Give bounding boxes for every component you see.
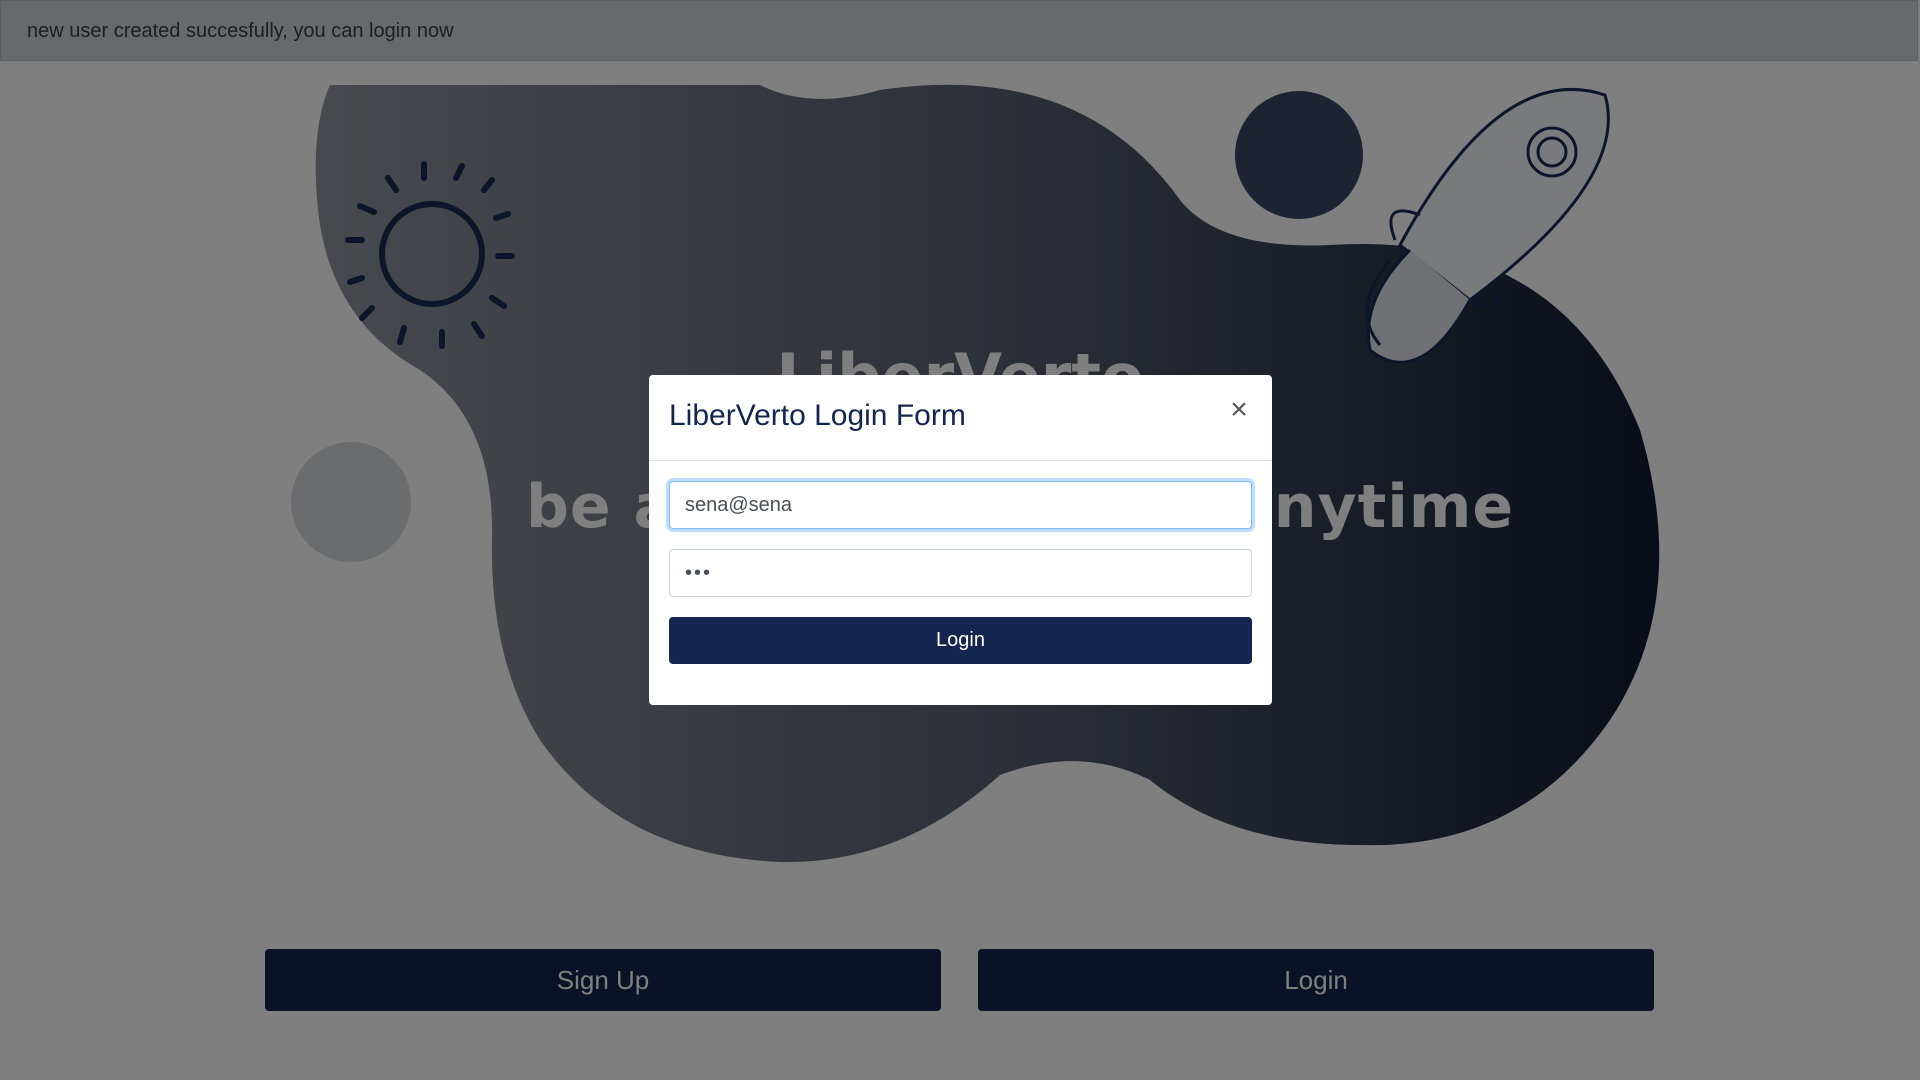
close-icon[interactable]: × bbox=[1224, 395, 1254, 425]
password-field[interactable] bbox=[669, 549, 1252, 597]
login-modal: LiberVerto Login Form × Login bbox=[649, 375, 1272, 705]
modal-login-button[interactable]: Login bbox=[669, 617, 1252, 664]
modal-header: LiberVerto Login Form × bbox=[649, 375, 1272, 461]
modal-title: LiberVerto Login Form bbox=[669, 399, 966, 432]
email-field[interactable] bbox=[669, 481, 1252, 529]
